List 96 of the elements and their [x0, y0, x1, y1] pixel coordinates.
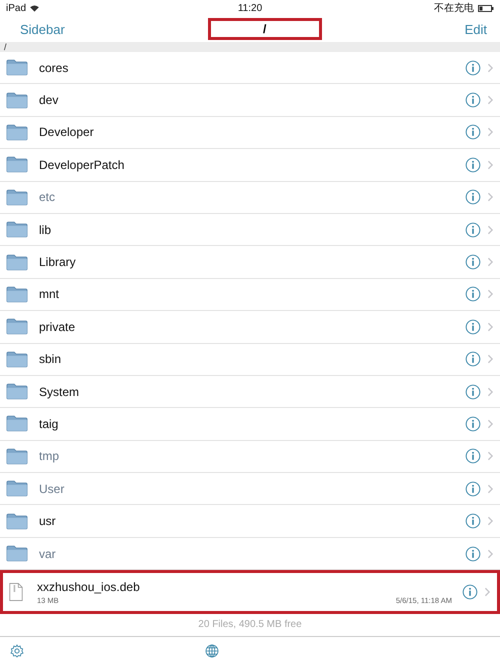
info-button[interactable]	[465, 254, 481, 270]
chevron-icon	[487, 516, 494, 526]
folder-row[interactable]: Library	[0, 246, 500, 279]
folder-name: lib	[39, 222, 52, 237]
storage-summary: 20 Files, 490.5 MB free	[197, 618, 303, 632]
folder-name: cores	[39, 60, 70, 75]
folder-name: taig	[39, 416, 60, 431]
info-button[interactable]	[465, 384, 481, 400]
chevron-icon	[487, 127, 494, 138]
folder-name: Library	[39, 255, 77, 270]
info-button[interactable]	[465, 222, 481, 238]
clock: 11:20	[238, 2, 262, 14]
folder-row[interactable]: etc	[0, 182, 500, 214]
path-bar: /	[0, 42, 500, 52]
charging-status: 不在充电	[434, 2, 474, 15]
chevron-icon	[487, 95, 494, 106]
chevron-icon	[487, 289, 494, 300]
folder-row[interactable]: private	[0, 311, 500, 344]
chevron-icon	[487, 62, 494, 73]
folder-icon	[6, 221, 28, 238]
info-button[interactable]	[465, 546, 481, 562]
folder-icon	[6, 254, 28, 271]
folder-row[interactable]: DeveloperPatch	[0, 149, 500, 182]
info-button[interactable]	[465, 513, 481, 530]
folder-icon	[6, 124, 28, 141]
chevron-icon	[487, 322, 494, 332]
info-button[interactable]	[465, 351, 481, 368]
folder-icon	[6, 383, 28, 400]
info-button[interactable]	[465, 318, 481, 335]
folder-icon	[6, 512, 28, 530]
folder-icon	[6, 286, 28, 303]
folder-row[interactable]: cores	[0, 52, 500, 84]
folder-icon	[6, 318, 28, 336]
folder-row[interactable]: usr	[0, 505, 500, 538]
chevron-icon	[487, 354, 494, 364]
folder-row[interactable]: Developer	[0, 116, 500, 150]
folder-icon	[6, 92, 28, 109]
file-name: xxzhushou_ios.deb	[37, 580, 141, 594]
info-button[interactable]	[465, 156, 481, 173]
info-button[interactable]	[465, 92, 481, 108]
folder-icon	[6, 156, 28, 174]
chevron-icon	[487, 451, 494, 462]
folder-icon	[6, 350, 28, 368]
folder-icon	[6, 545, 28, 562]
chevron-icon	[487, 548, 494, 559]
folder-row[interactable]: taig	[0, 408, 500, 441]
folder-icon	[6, 188, 28, 206]
folder-name: System	[39, 384, 80, 399]
folder-name: tmp	[39, 449, 60, 464]
settings-icon[interactable]	[10, 644, 24, 658]
info-button[interactable]	[465, 286, 481, 302]
folder-row[interactable]: tmp	[0, 440, 500, 474]
folder-row[interactable]: User	[0, 473, 500, 506]
battery-icon	[478, 4, 494, 12]
folder-row[interactable]: mnt	[0, 278, 500, 312]
sidebar-button[interactable]: Sidebar	[20, 22, 65, 36]
device-name: iPad	[6, 2, 26, 14]
folder-name: sbin	[39, 352, 62, 366]
folder-name: etc	[39, 190, 56, 204]
info-button[interactable]	[462, 584, 478, 600]
folder-name: dev	[39, 93, 60, 108]
info-button[interactable]	[465, 448, 481, 464]
folder-row[interactable]: lib	[0, 214, 500, 246]
document-icon	[9, 582, 23, 602]
folder-row[interactable]: var	[0, 538, 500, 570]
chevron-icon	[487, 386, 494, 397]
folder-name: User	[39, 482, 66, 496]
folder-name: usr	[39, 514, 57, 528]
nav-title: /	[208, 18, 322, 40]
globe-icon[interactable]	[205, 644, 219, 658]
chevron-icon	[487, 192, 494, 202]
folder-icon	[6, 59, 28, 76]
folder-name: private	[39, 320, 76, 334]
folder-name: mnt	[39, 287, 60, 302]
folder-icon	[6, 448, 28, 465]
chevron-icon	[487, 418, 494, 429]
info-button[interactable]	[465, 60, 481, 76]
edit-button[interactable]: Edit	[464, 22, 487, 36]
chevron-icon	[484, 587, 491, 598]
chevron-icon	[487, 224, 494, 235]
info-button[interactable]	[465, 189, 481, 206]
folder-row[interactable]: sbin	[0, 344, 500, 376]
info-button[interactable]	[465, 124, 481, 140]
chevron-icon	[487, 484, 494, 494]
folder-name: DeveloperPatch	[39, 158, 126, 172]
folder-name: Developer	[39, 125, 95, 140]
info-button[interactable]	[465, 480, 481, 497]
folder-row[interactable]: dev	[0, 84, 500, 117]
folder-icon	[6, 415, 28, 432]
chevron-icon	[487, 257, 494, 268]
info-button[interactable]	[465, 416, 481, 432]
folder-name: var	[39, 546, 57, 561]
chevron-icon	[487, 160, 494, 170]
wifi-icon	[30, 4, 40, 12]
folder-row[interactable]: System	[0, 376, 500, 408]
folder-icon	[6, 480, 28, 498]
